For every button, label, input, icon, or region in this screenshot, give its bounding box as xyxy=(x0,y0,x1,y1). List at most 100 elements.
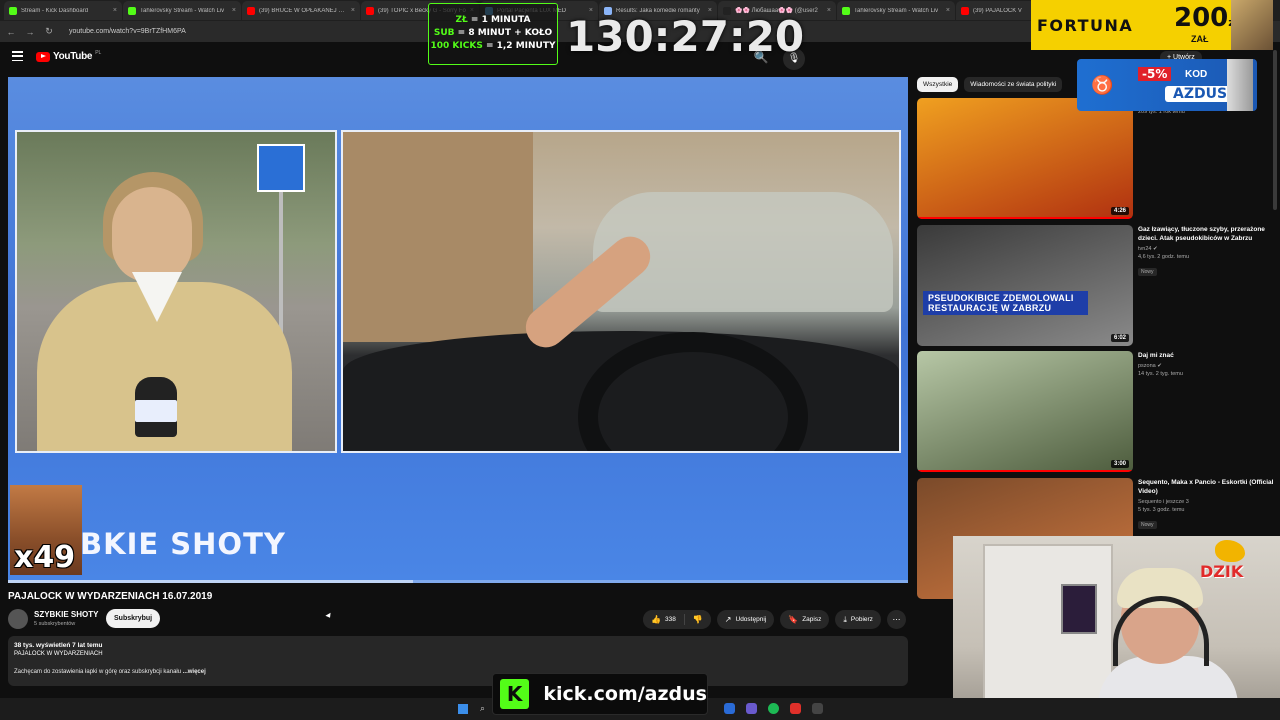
promo-code-banner: ♉ -5% KOD AZDUS xyxy=(1077,59,1257,111)
fortuna-sub: ZAŁ xyxy=(1191,34,1209,44)
tab-close-icon[interactable]: × xyxy=(351,7,355,14)
mouse-cursor-icon xyxy=(325,612,333,620)
description-body: Zachęcam do zostawienia łapki w górę ora… xyxy=(14,669,183,675)
video-stats: 4,6 tys. 2 godz. temu xyxy=(1138,254,1190,260)
channel-name[interactable]: pszona ✔ xyxy=(1138,363,1274,369)
new-badge: Nowy xyxy=(1138,268,1157,276)
channel-name[interactable]: tvn24 ✔ xyxy=(1138,246,1274,252)
channel-avatar[interactable] xyxy=(8,609,28,629)
taskbar-app-icon[interactable] xyxy=(790,703,801,714)
reporter-face xyxy=(112,187,192,282)
thumbs-down-icon: 👎 xyxy=(692,615,703,624)
recommended-video[interactable]: 4:26ZIOMALEO209 tys. 1 rok temu xyxy=(917,98,1277,220)
youtube-logo[interactable]: YouTube PL xyxy=(36,50,101,62)
video-title-link[interactable]: Gaz łzawiący, tłuczone szyby, przerażone… xyxy=(1138,225,1274,243)
tab-label: (39) BRUCE W OPŁAKANEJ SYT xyxy=(259,7,347,14)
progress-loaded xyxy=(8,580,413,583)
youtube-wordmark: YouTube xyxy=(53,51,93,62)
filter-chip[interactable]: Wiadomości ze świata polityki xyxy=(964,77,1063,92)
video-actions: 👍 338 👎 ↗ Udostępnij 🔖 Zapisz ⤓ Pobierz … xyxy=(643,610,906,629)
download-button[interactable]: ⤓ Pobierz xyxy=(835,610,881,629)
filter-chip[interactable]: Wszystkie xyxy=(917,77,959,92)
forward-icon[interactable]: → xyxy=(25,27,35,37)
description-line: PAJALOCK W WYDARZENIACH xyxy=(14,651,103,657)
video-progress-bar[interactable] xyxy=(8,580,908,583)
video-title-link[interactable]: Daj mi znać xyxy=(1138,351,1274,360)
promo-kod-label: KOD xyxy=(1185,69,1208,80)
video-stats: 5 tys. 3 godz. temu xyxy=(1138,507,1185,513)
tab-close-icon[interactable]: × xyxy=(946,7,950,14)
url-field[interactable]: youtube.com/watch?v=9BrTZfHM6PA xyxy=(69,28,186,35)
crosswalk-sign xyxy=(257,144,305,192)
view-count-date: 38 tys. wyświetleń 7 lat temu xyxy=(14,642,103,649)
recommended-video[interactable]: 3:00 Daj mi znać pszona ✔ 14 tys. 2 tyg. te… xyxy=(917,351,1277,473)
spotify-icon[interactable] xyxy=(768,703,779,714)
duration-badge: 3:00 xyxy=(1110,460,1129,468)
tab-favicon-icon xyxy=(128,6,136,15)
video-thumbnail[interactable]: 3:00 xyxy=(917,351,1133,472)
tab-label: Stream - Kick Dashboard xyxy=(21,7,89,14)
browser-tab[interactable]: Stream - Kick Dashboard × xyxy=(4,1,122,20)
tab-close-icon[interactable]: × xyxy=(827,7,831,14)
subscriber-count: 5 subskrybentów xyxy=(34,621,76,627)
dzik-boar-icon xyxy=(1215,540,1245,562)
taskbar-search-icon[interactable]: ⌕ xyxy=(480,703,485,714)
dislike-button[interactable]: 👎 xyxy=(684,610,711,629)
car-frame xyxy=(341,130,901,453)
rule-reward: = 1 MINUTA xyxy=(467,15,531,25)
screen: Stream - Kick Dashboard × Tahlerovsky Stre… xyxy=(0,0,1280,720)
like-dislike-group: 👍 338 👎 xyxy=(643,610,711,629)
scrollbar[interactable] xyxy=(1273,50,1277,210)
video-info: Daj mi znać pszona ✔ 14 tys. 2 tyg. temu xyxy=(1138,351,1274,377)
taskbar-app-icon[interactable] xyxy=(724,703,735,714)
rule-trigger: 100 KICKS xyxy=(430,41,483,51)
kick-url-banner: K kick.com/azdus xyxy=(492,673,708,715)
taskbar-app-icon[interactable] xyxy=(746,703,757,714)
new-badge: Nowy xyxy=(1138,521,1157,529)
more-actions-button[interactable]: ⋯ xyxy=(886,610,906,629)
reload-icon[interactable]: ↻ xyxy=(44,26,54,37)
channel-name[interactable]: Sequento i jeszcze 3 xyxy=(1138,499,1274,505)
video-thumbnail[interactable]: 4:26 xyxy=(917,98,1133,219)
save-button[interactable]: 🔖 Zapisz xyxy=(780,610,830,629)
description-box[interactable]: 38 tys. wyświetleń 7 lat temu PAJALOCK W… xyxy=(8,636,908,686)
recommended-video[interactable]: PSEUDOKIBICE ZDEMOLOWALI RESTAURACJĘ W Z… xyxy=(917,225,1277,347)
menu-icon[interactable] xyxy=(12,51,23,61)
back-icon[interactable]: ← xyxy=(6,27,16,37)
download-icon: ⤓ xyxy=(843,615,847,624)
windows-start-icon[interactable] xyxy=(458,704,468,714)
kick-logo-icon: K xyxy=(500,679,530,709)
browser-tab[interactable]: Tahlerovsky Stream - Watch Liv × xyxy=(123,1,241,20)
subscribe-button[interactable]: Subskrybuj xyxy=(106,609,161,628)
subathon-rule: SUB = 8 MINUT + KOŁO xyxy=(429,27,557,40)
save-label: Zapisz xyxy=(802,616,822,623)
mini-fridge xyxy=(1061,584,1097,634)
webcam-feed: DZIK xyxy=(953,536,1280,720)
thumbs-up-icon: 👍 xyxy=(651,615,661,624)
video-title: PAJALOCK W WYDARZENIACH 16.07.2019 xyxy=(8,591,213,602)
terminal-icon[interactable] xyxy=(812,703,823,714)
show-more-link[interactable]: ...więcej xyxy=(183,669,206,675)
youtube-play-icon xyxy=(36,51,50,62)
lower-third-title: BKIE SHOTY xyxy=(80,527,286,561)
channel-name[interactable]: SZYBKIE SHOTY xyxy=(34,610,98,619)
fortuna-brand: FORTUNA xyxy=(1037,16,1134,35)
rule-trigger: ZŁ xyxy=(455,15,468,25)
video-player[interactable]: BKIE SHOTY x49 xyxy=(8,77,908,583)
watched-progress-bar xyxy=(917,217,1133,219)
bull-icon: ♉ xyxy=(1091,75,1114,95)
bookmark-icon: 🔖 xyxy=(788,615,799,624)
subathon-rule: 100 KICKS = 1,2 MINUTY xyxy=(429,40,557,53)
subathon-timer: 130:27:20 xyxy=(566,12,805,61)
browser-tab[interactable]: (39) BRUCE W OPŁAKANEJ SYT × xyxy=(242,1,360,20)
like-button[interactable]: 👍 338 xyxy=(643,610,684,629)
microphone-flag xyxy=(135,400,177,422)
video-title-link[interactable]: Sequento, Maka x Pancio - Eskortki (Offi… xyxy=(1138,478,1274,496)
tab-close-icon[interactable]: × xyxy=(232,7,236,14)
video-thumbnail[interactable]: PSEUDOKIBICE ZDEMOLOWALI RESTAURACJĘ W Z… xyxy=(917,225,1133,346)
subathon-rule: ZŁ = 1 MINUTA xyxy=(429,14,557,27)
browser-tab[interactable]: Tahlerovsky Stream - Watch Liv × xyxy=(837,1,955,20)
share-button[interactable]: ↗ Udostępnij xyxy=(716,610,775,629)
fortuna-amount-value: 200 xyxy=(1174,3,1229,33)
tab-close-icon[interactable]: × xyxy=(113,7,117,14)
